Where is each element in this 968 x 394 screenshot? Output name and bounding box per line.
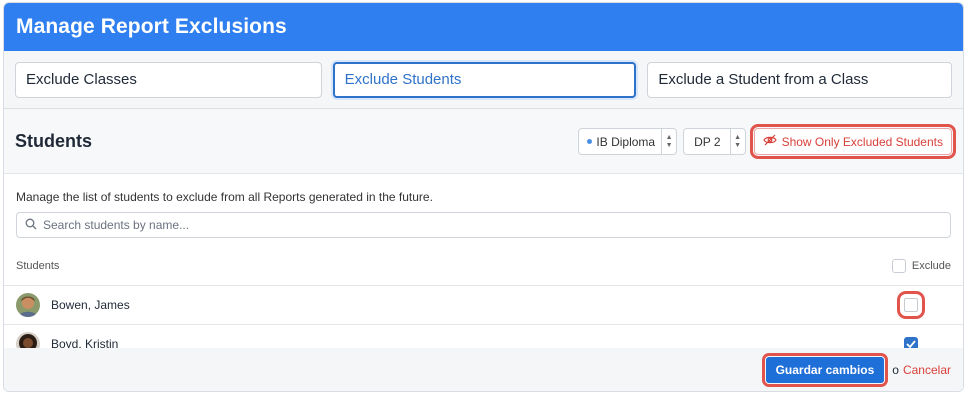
select-all-checkbox[interactable] <box>891 258 906 273</box>
tab-exclude-students[interactable]: Exclude Students <box>332 61 637 98</box>
grade-select-value: DP 2 <box>694 134 721 149</box>
show-only-excluded-button[interactable]: Show Only Excluded Students <box>749 124 957 159</box>
tab-bar: Exclude Classes Exclude Students Exclude… <box>4 51 963 109</box>
student-name: Bowen, James <box>51 298 130 312</box>
or-text: o <box>892 362 899 377</box>
save-changes-button[interactable]: Guardar cambios <box>761 352 889 387</box>
exclude-checkbox[interactable] <box>897 291 925 319</box>
search-icon <box>25 218 37 233</box>
show-only-excluded-label: Show Only Excluded Students <box>781 134 943 149</box>
tab-exclude-classes[interactable]: Exclude Classes <box>15 61 322 98</box>
table-row: Bowen, James <box>4 286 963 325</box>
eye-slash-icon <box>762 134 777 149</box>
search-box[interactable] <box>16 212 951 238</box>
program-dot-icon <box>587 139 593 144</box>
students-column-header: Students <box>16 259 60 272</box>
cancel-link[interactable]: Cancelar <box>903 363 951 377</box>
exclude-column-header: Exclude <box>911 259 951 272</box>
program-select-value: IB Diploma <box>596 134 656 149</box>
avatar <box>16 293 40 317</box>
section-header: Students IB Diploma ▲ ▼ DP 2 ▲ ▼ Show On… <box>4 110 963 174</box>
search-input[interactable] <box>43 218 950 232</box>
stepper-arrows-icon: ▲ ▼ <box>729 129 745 154</box>
page-title: Manage Report Exclusions <box>4 3 963 51</box>
form-footer: Guardar cambios o Cancelar <box>4 348 963 391</box>
students-panel: Students IB Diploma ▲ ▼ DP 2 ▲ ▼ Show On… <box>4 110 963 391</box>
description-text: Manage the list of students to exclude f… <box>16 190 433 204</box>
report-exclusions-window: Manage Report Exclusions Exclude Classes… <box>3 2 964 392</box>
grade-select[interactable]: DP 2 ▲ ▼ <box>683 128 746 155</box>
stepper-arrows-icon: ▲ ▼ <box>661 129 676 154</box>
program-select[interactable]: IB Diploma ▲ ▼ <box>578 128 678 155</box>
table-header: Students Exclude <box>4 246 963 286</box>
checkmark-icon <box>906 340 916 348</box>
section-title: Students <box>15 131 93 151</box>
tab-exclude-student-from-class[interactable]: Exclude a Student from a Class <box>647 61 952 98</box>
